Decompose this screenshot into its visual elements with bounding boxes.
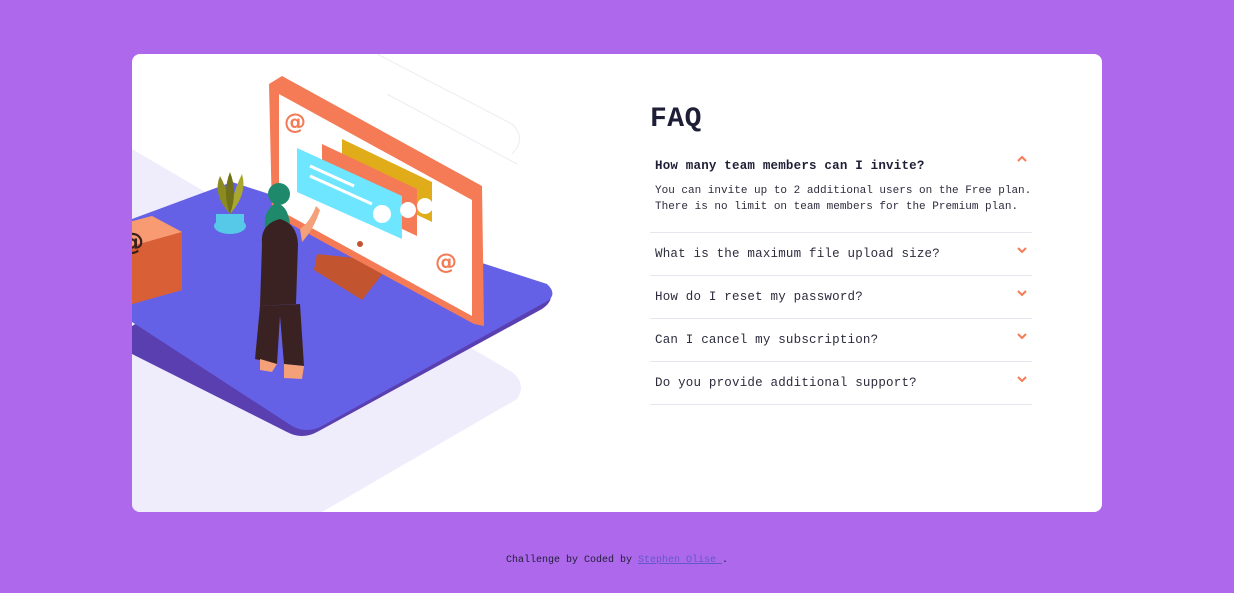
faq-answer: You can invite up to 2 additional users … [655,183,1035,232]
faq-item[interactable]: Can I cancel my subscription? [650,319,1032,362]
faq-question: Can I cancel my subscription? [655,333,879,347]
faq-answer-line: You can invite up to 2 additional users … [655,185,1032,197]
faq-question: What is the maximum file upload size? [655,247,940,261]
faq-title: FAQ [650,104,702,135]
faq-question: How many team members can I invite? [655,159,925,173]
hero-illustration: @ @ @ [132,54,612,512]
svg-text:@: @ [435,250,457,275]
svg-text:@: @ [284,110,306,135]
attribution-footer: Challenge by Coded by Stephen Olise . [0,555,1234,566]
attribution-prefix: Challenge by Coded by [505,555,632,566]
faq-item[interactable]: How many team members can I invite? You … [650,155,1035,233]
faq-card: @ @ @ FAQ How many [132,54,1102,512]
faq-question-row[interactable]: Can I cancel my subscription? [655,319,1032,361]
faq-question-row[interactable]: How do I reset my password? [655,276,1032,318]
chevron-down-icon[interactable] [1017,331,1027,341]
faq-answer-line: There is no limit on team members for th… [655,201,1019,213]
faq-item[interactable]: What is the maximum file upload size? [650,233,1032,276]
faq-question-row[interactable]: How many team members can I invite? [655,155,1032,173]
faq-question-row[interactable]: What is the maximum file upload size? [655,233,1032,275]
faq-section: FAQ How many team members can I invite? … [650,104,1032,405]
chevron-up-icon[interactable] [1017,153,1027,163]
faq-question-row[interactable]: Do you provide additional support? [655,362,1032,404]
chevron-down-icon[interactable] [1017,245,1027,255]
faq-item[interactable]: Do you provide additional support? [650,362,1032,405]
svg-text:@: @ [132,228,144,256]
faq-item[interactable]: How do I reset my password? [650,276,1032,319]
chevron-down-icon[interactable] [1017,288,1027,298]
faq-question: Do you provide additional support? [655,376,917,390]
attribution-suffix: . [722,555,729,566]
faq-question: How do I reset my password? [655,290,863,304]
author-link[interactable]: Stephen Olise [638,555,722,566]
chevron-down-icon[interactable] [1017,374,1027,384]
